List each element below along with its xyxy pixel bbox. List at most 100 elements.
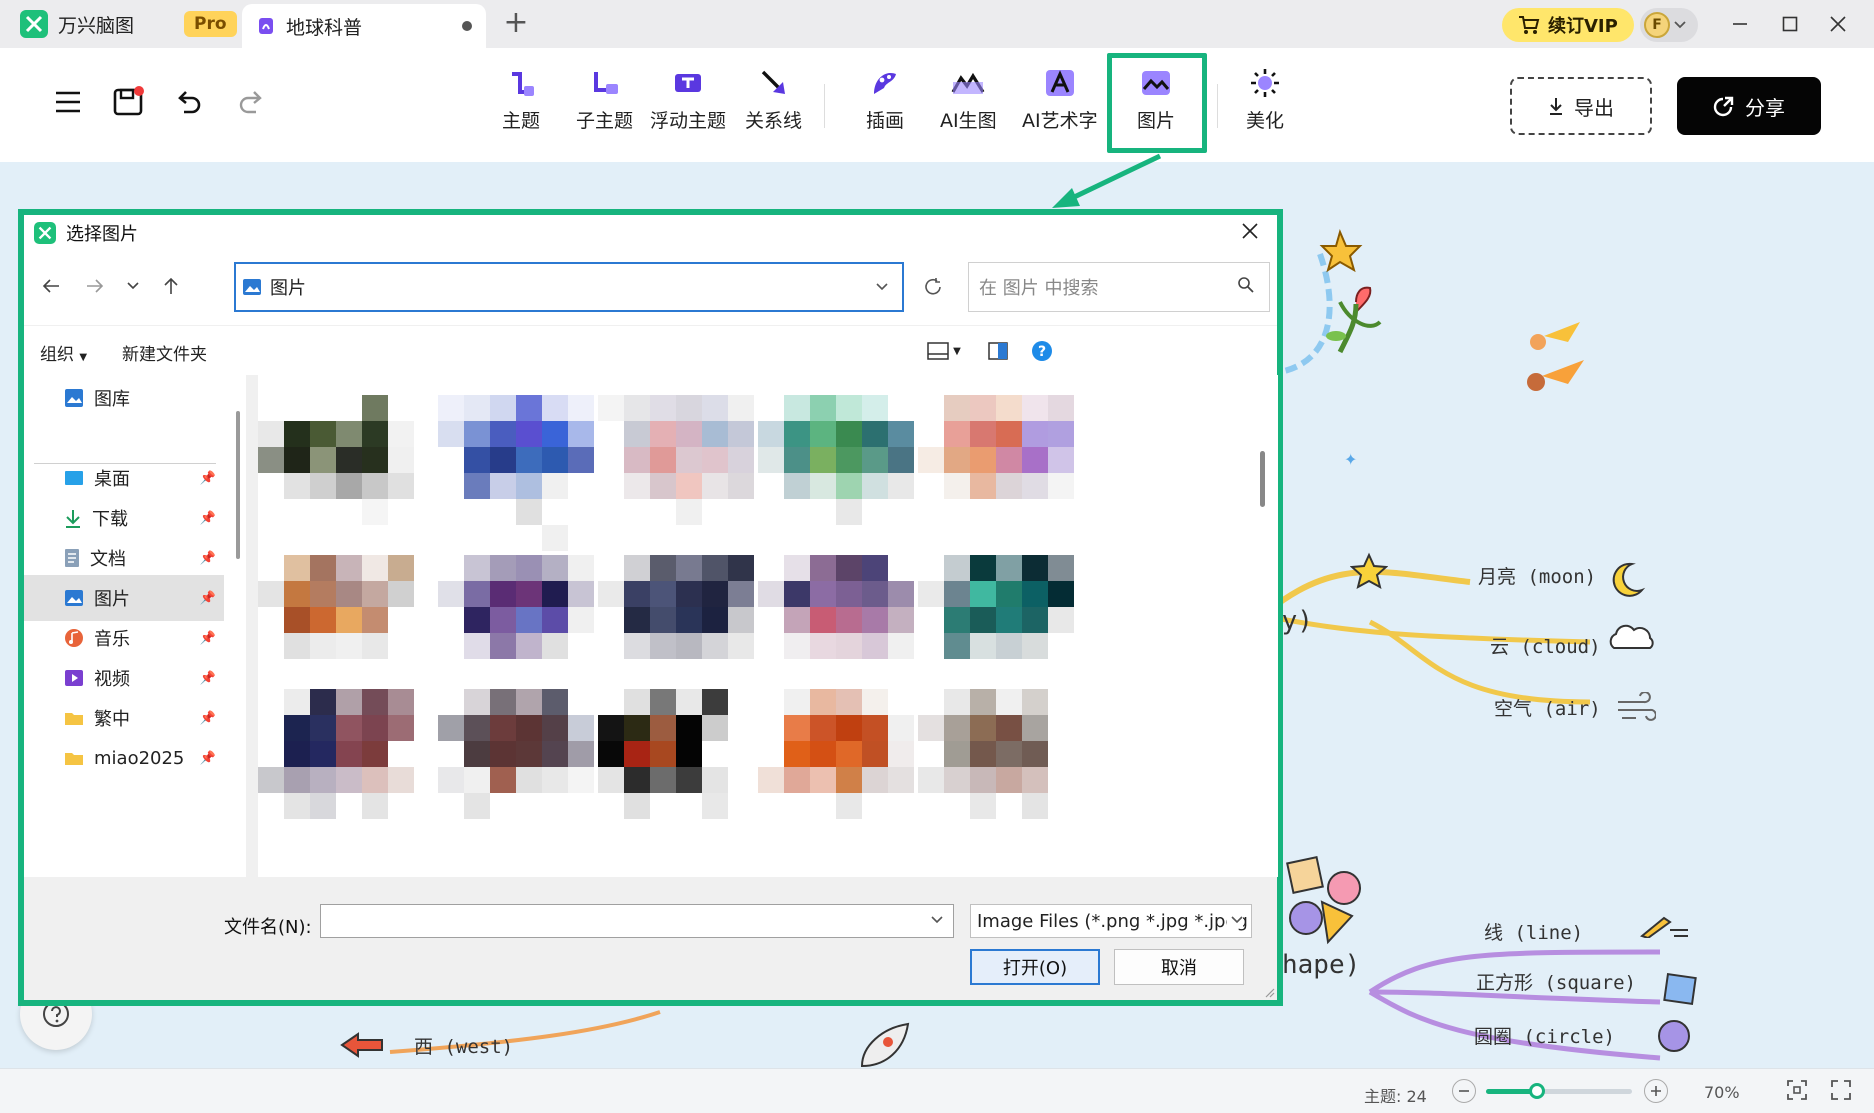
renew-vip-label: 续订VIP: [1548, 16, 1618, 37]
preview-pane-button[interactable]: [984, 338, 1012, 364]
organize-menu[interactable]: 组织 ▼: [40, 340, 87, 365]
pin-icon[interactable]: 📌: [200, 591, 216, 606]
image-thumbnail[interactable]: [598, 395, 754, 551]
pin-icon[interactable]: 📌: [200, 551, 216, 566]
view-dropdown-button[interactable]: ▼: [950, 338, 964, 364]
image-thumbnail[interactable]: [438, 395, 594, 551]
image-thumbnail[interactable]: [258, 395, 414, 551]
image-thumbnail[interactable]: [438, 555, 594, 711]
cancel-button[interactable]: 取消: [1114, 949, 1244, 985]
user-menu[interactable]: F: [1640, 8, 1698, 42]
image-thumbnail[interactable]: [598, 555, 754, 711]
image-thumbnail[interactable]: [258, 689, 414, 845]
zoom-slider[interactable]: [1486, 1083, 1632, 1099]
nav-pane-scrollbar[interactable]: [236, 411, 240, 559]
image-thumbnail[interactable]: [918, 555, 1074, 711]
branch-air-label[interactable]: 空气 (air): [1494, 694, 1601, 721]
relation-line-tool[interactable]: 关系线: [745, 66, 802, 133]
new-tab-button[interactable]: +: [500, 8, 532, 40]
image-thumbnail[interactable]: [438, 689, 594, 845]
dialog-title: 选择图片: [66, 224, 138, 245]
new-folder-button[interactable]: 新建文件夹: [122, 340, 207, 365]
export-button[interactable]: 导出: [1510, 77, 1652, 135]
dialog-close-button[interactable]: [1235, 217, 1265, 247]
undo-button[interactable]: [172, 84, 208, 120]
subtopic-tool[interactable]: 子主题: [576, 66, 633, 133]
ai-art-text-tool[interactable]: AI艺术字: [1022, 66, 1098, 133]
recent-locations-button[interactable]: [116, 269, 150, 303]
beautify-tool[interactable]: 美化: [1246, 66, 1284, 133]
document-icon: [259, 18, 273, 34]
files-pane-scrollbar[interactable]: [1260, 451, 1265, 507]
pin-icon[interactable]: 📌: [200, 511, 216, 526]
image-thumbnail[interactable]: [758, 689, 914, 845]
branch-west-label[interactable]: 西 (west): [414, 1032, 513, 1059]
unsaved-dot-icon[interactable]: [462, 21, 472, 31]
address-bar[interactable]: 图片: [234, 262, 904, 312]
zoom-slider-handle[interactable]: [1529, 1083, 1546, 1099]
zoom-out-button[interactable]: [1452, 1079, 1476, 1103]
pin-icon[interactable]: 📌: [200, 711, 216, 726]
open-button[interactable]: 打开(O): [970, 949, 1100, 985]
app-tab[interactable]: 万兴脑图 Pro: [0, 0, 253, 48]
minimize-button[interactable]: [1722, 6, 1758, 42]
image-thumbnail[interactable]: [258, 555, 414, 711]
redo-icon: [239, 91, 262, 114]
pro-badge[interactable]: Pro: [184, 11, 237, 37]
nav-item-folder-miao2025[interactable]: miao2025 📌: [24, 735, 224, 781]
fit-view-button[interactable]: [1786, 1079, 1810, 1103]
beautify-tool-label: 美化: [1246, 110, 1285, 132]
pin-icon[interactable]: 📌: [200, 631, 216, 646]
image-thumbnail[interactable]: [758, 395, 914, 551]
maximize-button[interactable]: [1772, 6, 1808, 42]
image-thumbnail[interactable]: [598, 689, 754, 845]
file-type-select[interactable]: Image Files (*.png *.jpg *.jpeg: [970, 904, 1252, 938]
nav-item-gallery[interactable]: 图库: [24, 375, 224, 421]
music-icon: [65, 629, 83, 647]
renew-vip-button[interactable]: 续订VIP: [1502, 8, 1634, 42]
filename-dropdown-icon[interactable]: [931, 912, 943, 928]
dialog-help-button[interactable]: ?: [1028, 338, 1056, 364]
search-input[interactable]: 在 图片 中搜索: [968, 262, 1270, 312]
back-button[interactable]: [34, 269, 68, 303]
ai-art-text-icon: [1043, 66, 1077, 100]
pin-icon[interactable]: 📌: [200, 471, 216, 486]
topic-tool[interactable]: 主题: [502, 66, 540, 133]
nav-item-label: 桌面: [94, 469, 130, 490]
document-tab[interactable]: 地球科普: [242, 4, 486, 48]
desktop-icon: [65, 471, 83, 485]
save-button[interactable]: [110, 84, 146, 120]
branch-circle-label[interactable]: 圆圈 (circle): [1474, 1022, 1615, 1049]
branch-moon-label[interactable]: 月亮 (moon): [1478, 562, 1596, 589]
image-thumbnail[interactable]: [918, 395, 1074, 551]
pencil-sticker: [1639, 914, 1690, 942]
redo-button[interactable]: [232, 84, 268, 120]
ai-image-tool[interactable]: AI生图: [940, 66, 997, 133]
image-thumbnail[interactable]: [758, 555, 914, 711]
resize-grip-icon[interactable]: [1263, 986, 1275, 998]
branch-square-label[interactable]: 正方形 (square): [1476, 968, 1636, 995]
filename-input[interactable]: [320, 904, 954, 938]
branch-line-label[interactable]: 线 (line): [1484, 918, 1583, 945]
floating-topic-tool[interactable]: 浮动主题: [650, 66, 726, 133]
up-button[interactable]: [154, 269, 188, 303]
window-close-button[interactable]: [1820, 6, 1856, 42]
close-icon: [1830, 16, 1846, 32]
fullscreen-button[interactable]: [1830, 1079, 1854, 1103]
pin-icon[interactable]: 📌: [200, 751, 216, 766]
subtopic-icon: [588, 66, 622, 100]
nav-item-label: 下载: [92, 509, 128, 530]
zoom-level[interactable]: 70%: [1704, 1083, 1740, 1102]
image-thumbnail[interactable]: [918, 689, 1074, 845]
zoom-in-button[interactable]: [1644, 1079, 1668, 1103]
menu-button[interactable]: [50, 84, 86, 120]
view-options-button[interactable]: [924, 338, 952, 364]
branch-cloud-label[interactable]: 云 (cloud): [1490, 632, 1601, 659]
refresh-button[interactable]: [916, 270, 950, 304]
share-button[interactable]: 分享: [1677, 77, 1821, 135]
forward-button[interactable]: [78, 269, 112, 303]
illustration-tool[interactable]: 插画: [866, 66, 904, 133]
file-thumbnails-grid[interactable]: [258, 375, 1278, 877]
address-dropdown-icon[interactable]: [876, 279, 888, 295]
pin-icon[interactable]: 📌: [200, 671, 216, 686]
